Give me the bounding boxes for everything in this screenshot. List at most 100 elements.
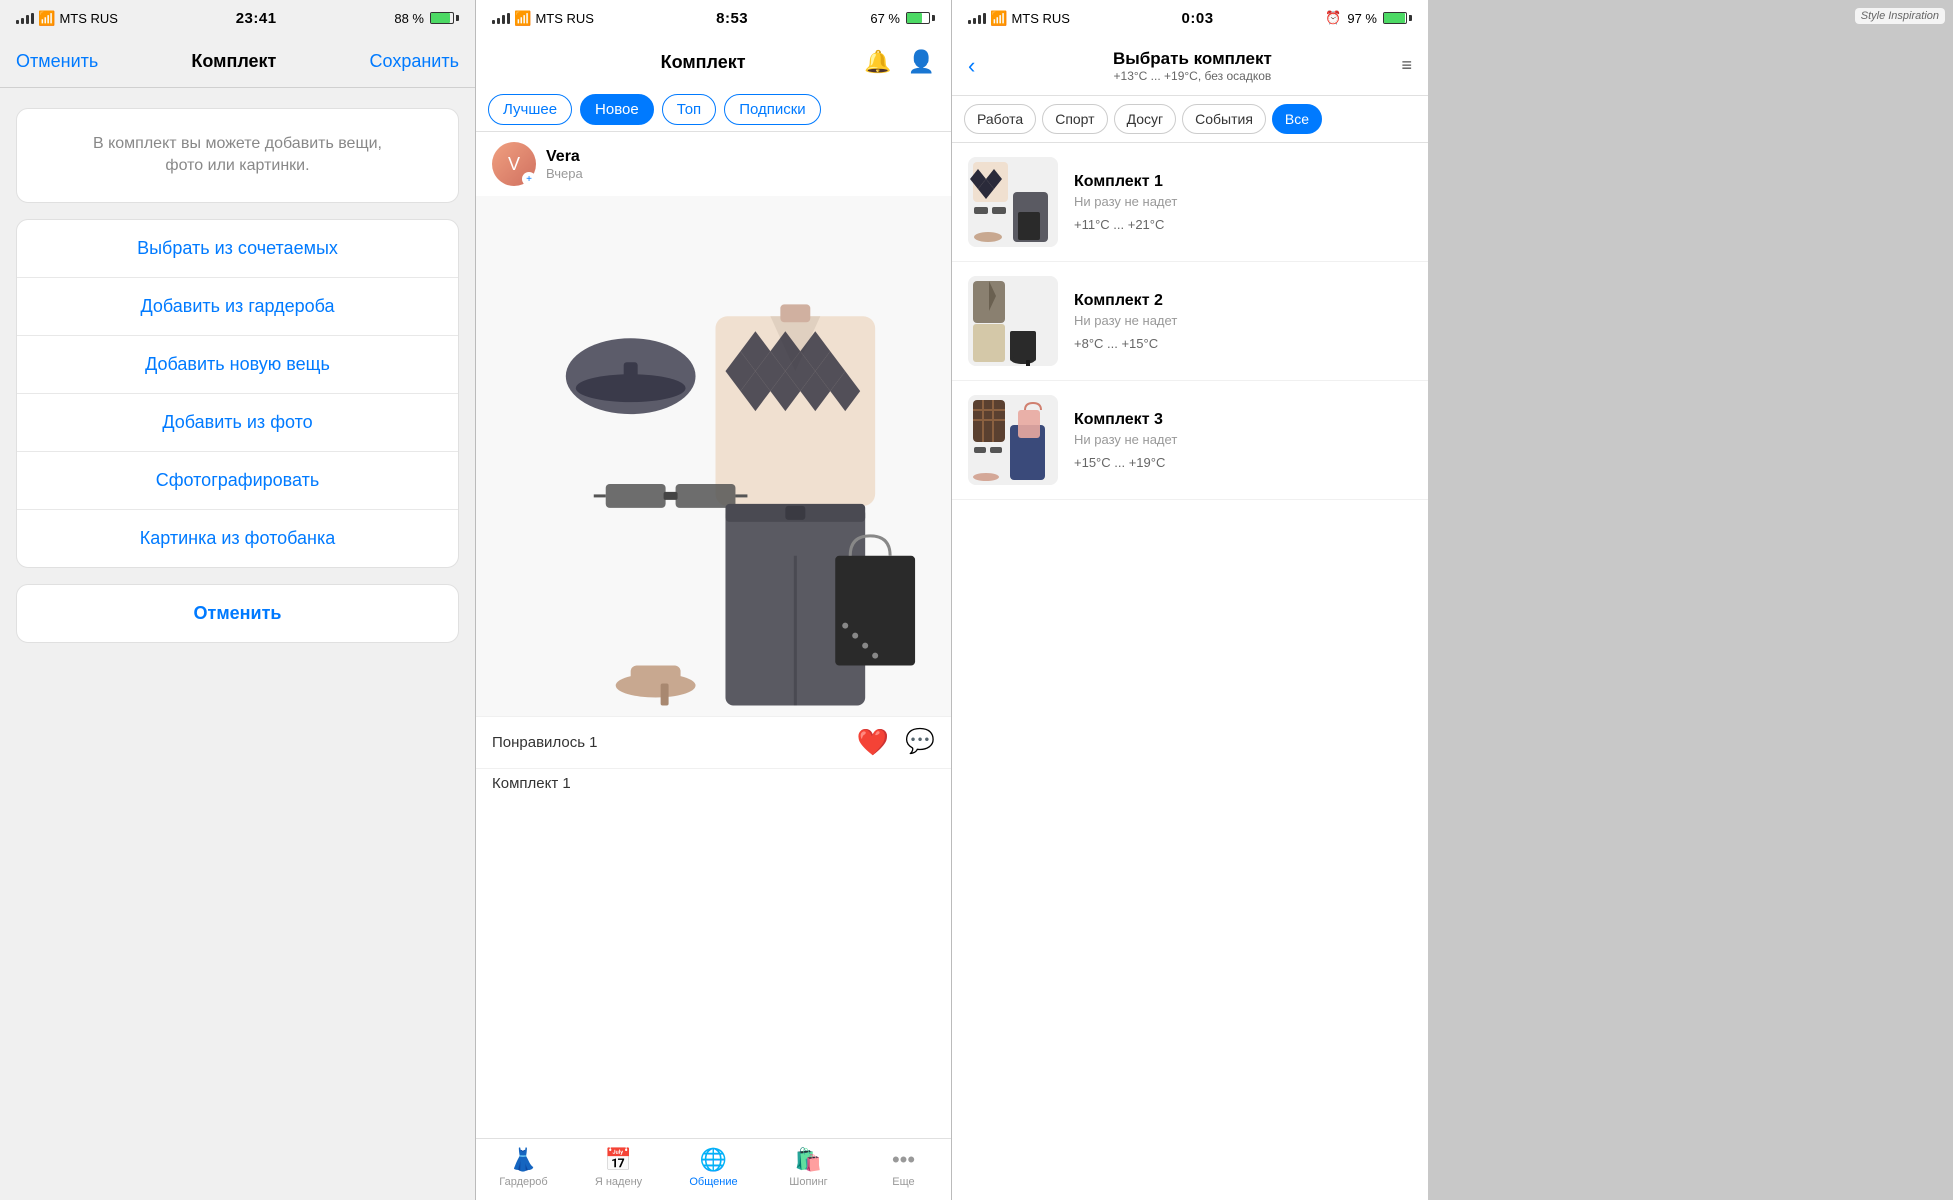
menu-item-stock[interactable]: Картинка из фотобанка [17,510,458,567]
outfit-thumb-2 [968,276,1058,366]
cat-tab-events[interactable]: События [1182,104,1266,134]
signal-icon-3 [968,13,986,24]
tab-luchshee[interactable]: Лучшее [488,94,572,125]
menu-item-new-item[interactable]: Добавить новую вещь [17,336,458,394]
battery-area-3: ⏰ 97 % [1325,10,1412,26]
battery-pct-1: 88 % [394,11,424,26]
post-actions: ❤️ 💬 [857,727,935,758]
outfit-row-2[interactable]: Комплект 2 Ни разу не надет +8°C ... +15… [952,262,1428,381]
status-bar-3: 📶 MTS RUS 0:03 ⏰ 97 % [952,0,1428,36]
btab-shop-label: Шопинг [789,1176,827,1188]
wardrobe-icon: 👗 [510,1147,537,1173]
screen3: 📶 MTS RUS 0:03 ⏰ 97 % ‹ Выбрать комплект [952,0,1428,1200]
battery-area-1: 88 % [394,11,459,26]
btab-wardrobe[interactable]: 👗 Гардероб [494,1147,554,1188]
menu-item-wardrobe[interactable]: Добавить из гардероба [17,278,458,336]
time-3: 0:03 [1182,10,1214,27]
battery-tip-1 [456,15,459,21]
nav-bar-2: Комплект 🔔 👤 [476,36,951,88]
signal-icon-2 [492,13,510,24]
shop-icon: 🛍️ [795,1147,822,1173]
carrier-2: 📶 MTS RUS [492,10,594,27]
outfit-worn-3: Ни разу не надет [1074,432,1412,447]
outfit-name-2: Комплект 2 [1074,292,1412,310]
btab-social[interactable]: 🌐 Общение [684,1147,744,1188]
nav-icons-2: 🔔 👤 [864,49,935,75]
info-box: В комплект вы можете добавить вещи,фото … [16,108,459,203]
back-button[interactable]: ‹ [968,53,975,79]
screen1: 📶 MTS RUS 23:41 88 % Отменить Комплект С… [0,0,476,1200]
battery-tip-3 [1409,15,1412,21]
post-footer: Понравилось 1 ❤️ 💬 [476,716,951,768]
post-label: Комплект 1 [476,768,951,796]
avatar[interactable]: V + [492,142,536,186]
calendar-icon: 📅 [605,1147,632,1173]
outfit-temp-2: +8°C ... +15°C [1074,336,1412,351]
menu-item-compatible[interactable]: Выбрать из сочетаемых [17,220,458,278]
outfit-thumb-3 [968,395,1058,485]
outfit-row-1[interactable]: Комплект 1 Ни разу не надет +11°C ... +2… [952,143,1428,262]
carrier-name-1: MTS RUS [59,11,118,26]
bar3 [26,15,29,24]
btab-social-label: Общение [689,1176,737,1188]
outfit-name-3: Комплект 3 [1074,411,1412,429]
bar3b [502,15,505,24]
tab-top[interactable]: Топ [662,94,716,125]
filter-icon[interactable]: ≡ [1401,55,1412,76]
time-2: 8:53 [716,10,748,27]
status-bar-2: 📶 MTS RUS 8:53 67 % [476,0,951,36]
btab-more[interactable]: ••• Еще [874,1147,934,1188]
nav-bar-3: ‹ Выбрать комплект +13°C ... +19°C, без … [952,36,1428,96]
battery-body-3 [1383,12,1407,24]
carrier-name-3: MTS RUS [1011,11,1070,26]
alarm-icon: ⏰ [1325,10,1341,26]
bar2c [973,18,976,24]
post-author-info: Vera Вчера [546,148,583,181]
nav-bar-1: Отменить Комплект Сохранить [0,36,475,88]
bar2 [21,18,24,24]
outfit-row-3[interactable]: Комплект 3 Ни разу не надет +15°C ... +1… [952,381,1428,500]
bar1b [492,20,495,24]
cat-tab-leisure[interactable]: Досуг [1114,104,1177,134]
nav-title3-wrap: Выбрать комплект +13°C ... +19°C, без ос… [983,49,1401,83]
cancel-nav-button[interactable]: Отменить [16,51,98,72]
outfit-info-3: Комплект 3 Ни разу не надет +15°C ... +1… [1074,411,1412,470]
battery-pct-2: 67 % [870,11,900,26]
battery-icon-1 [430,12,459,24]
bar4b [507,13,510,24]
bell-icon[interactable]: 🔔 [864,49,891,75]
btab-wear-label: Я надену [595,1176,642,1188]
btab-more-label: Еще [892,1176,914,1188]
outfit-image [476,196,951,716]
post-author-name: Vera [546,148,583,166]
outfit-worn-1: Ни разу не надет [1074,194,1412,209]
tab-podpiski[interactable]: Подписки [724,94,821,125]
outfit-temp-1: +11°C ... +21°C [1074,217,1412,232]
wifi-icon-2: 📶 [514,10,531,27]
nav-subtitle-3: +13°C ... +19°C, без осадков [983,69,1401,83]
bar1 [16,20,19,24]
cat-tab-sport[interactable]: Спорт [1042,104,1107,134]
bar3c [978,15,981,24]
heart-icon[interactable]: ❤️ [857,727,889,758]
add-friend-icon[interactable]: 👤 [908,49,935,75]
cat-tab-all[interactable]: Все [1272,104,1322,134]
btab-wear[interactable]: 📅 Я надену [589,1147,649,1188]
cancel-button[interactable]: Отменить [16,584,459,643]
outfit-info-2: Комплект 2 Ни разу не надет +8°C ... +15… [1074,292,1412,351]
bar1c [968,20,971,24]
globe-icon: 🌐 [700,1147,727,1173]
cat-tab-work[interactable]: Работа [964,104,1036,134]
outfit-illustration [476,196,951,716]
comment-icon[interactable]: 💬 [905,727,935,758]
tab-novoe[interactable]: Новое [580,94,654,125]
menu-item-camera[interactable]: Сфотографировать [17,452,458,510]
save-nav-button[interactable]: Сохранить [370,51,459,72]
nav-title-3: Выбрать комплект [983,49,1401,69]
btab-shop[interactable]: 🛍️ Шопинг [779,1147,839,1188]
post-header: V + Vera Вчера [476,132,951,196]
menu-item-photo[interactable]: Добавить из фото [17,394,458,452]
avatar-badge: + [522,172,536,186]
outfit-temp-3: +15°C ... +19°C [1074,455,1412,470]
carrier-3: 📶 MTS RUS [968,10,1070,27]
